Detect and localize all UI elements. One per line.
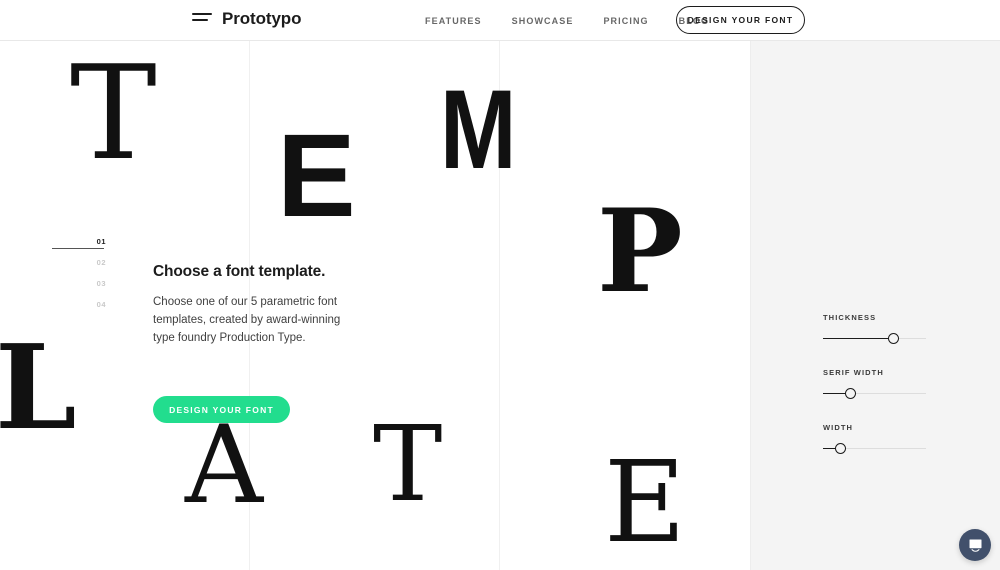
hero-body-text: Choose one of our 5 parametric font temp…: [153, 296, 341, 344]
nav-item-features[interactable]: FEATURES: [425, 16, 482, 26]
step-number: 04: [96, 300, 106, 309]
controls-panel-background: [750, 41, 1000, 570]
step-active-underline: [52, 247, 104, 249]
step-number: 02: [96, 258, 106, 267]
slider-label-serif-width: SERIF WIDTH: [823, 368, 884, 377]
step-number: 01: [96, 237, 106, 246]
hero-heading: Choose a font template.: [153, 263, 326, 280]
nav-item-showcase[interactable]: SHOWCASE: [512, 16, 574, 26]
hero-design-your-font-button[interactable]: DESIGN YOUR FONT: [153, 396, 290, 423]
slider-fill: [823, 337, 894, 340]
site-header: Prototypo FEATURES SHOWCASE PRICING BLOG…: [0, 0, 1000, 41]
hero-copy-block: Choose a font template. Choose one of ou…: [153, 263, 358, 423]
slider-width[interactable]: [823, 442, 926, 455]
step-number: 03: [96, 279, 106, 288]
step-item-01[interactable]: 01: [52, 231, 106, 252]
hamburger-line-1: [192, 13, 212, 15]
specimen-glyph-e-sans-bold: E: [277, 110, 356, 242]
slider-serif-width[interactable]: [823, 387, 926, 400]
step-item-03[interactable]: 03: [52, 273, 106, 294]
hero-cta-label: DESIGN YOUR FONT: [169, 404, 274, 415]
specimen-glyph-m-sans-bold: M: [440, 67, 517, 192]
hero-stage: T E M P L A T E 01 02 03 04 Choose a fon…: [0, 41, 1000, 570]
slider-thickness[interactable]: [823, 332, 926, 345]
specimen-glyph-t-serif-light: T: [373, 403, 443, 525]
slider-group-thickness: THICKNESS: [823, 313, 926, 345]
hamburger-line-2: [192, 19, 208, 21]
hamburger-menu-icon[interactable]: [192, 13, 212, 26]
nav-item-pricing[interactable]: PRICING: [603, 16, 648, 26]
step-item-02[interactable]: 02: [52, 252, 106, 273]
step-indicator: 01 02 03 04: [52, 231, 106, 315]
slider-knob[interactable]: [887, 333, 899, 344]
header-cta-label: DESIGN YOUR FONT: [687, 15, 794, 25]
specimen-glyph-l-slab-bold: L: [0, 320, 77, 456]
specimen-glyph-p-serif-bold: P: [597, 184, 683, 318]
chat-message-icon: [969, 539, 981, 552]
slider-knob[interactable]: [835, 443, 846, 454]
slider-group-width: WIDTH: [823, 423, 926, 455]
slider-label-thickness: THICKNESS: [823, 313, 877, 322]
slider-knob[interactable]: [845, 388, 857, 399]
prototypo-landing-page: Prototypo FEATURES SHOWCASE PRICING BLOG…: [0, 0, 1000, 570]
slider-group-serif-width: SERIF WIDTH: [823, 368, 926, 400]
specimen-glyph-a-serif: A: [185, 403, 263, 528]
specimen-glyph-e-serif: E: [604, 438, 686, 568]
step-item-04[interactable]: 04: [52, 294, 106, 315]
slider-label-width: WIDTH: [823, 423, 854, 432]
brand-logo[interactable]: Prototypo: [222, 9, 301, 29]
specimen-glyph-t-serif: T: [70, 41, 157, 189]
font-parameter-sliders: THICKNESS SERIF WIDTH WIDTH: [823, 313, 926, 455]
header-design-your-font-button[interactable]: DESIGN YOUR FONT: [676, 6, 805, 34]
main-nav: FEATURES SHOWCASE PRICING BLOG: [425, 0, 709, 41]
chat-launcher-button[interactable]: [959, 529, 991, 561]
